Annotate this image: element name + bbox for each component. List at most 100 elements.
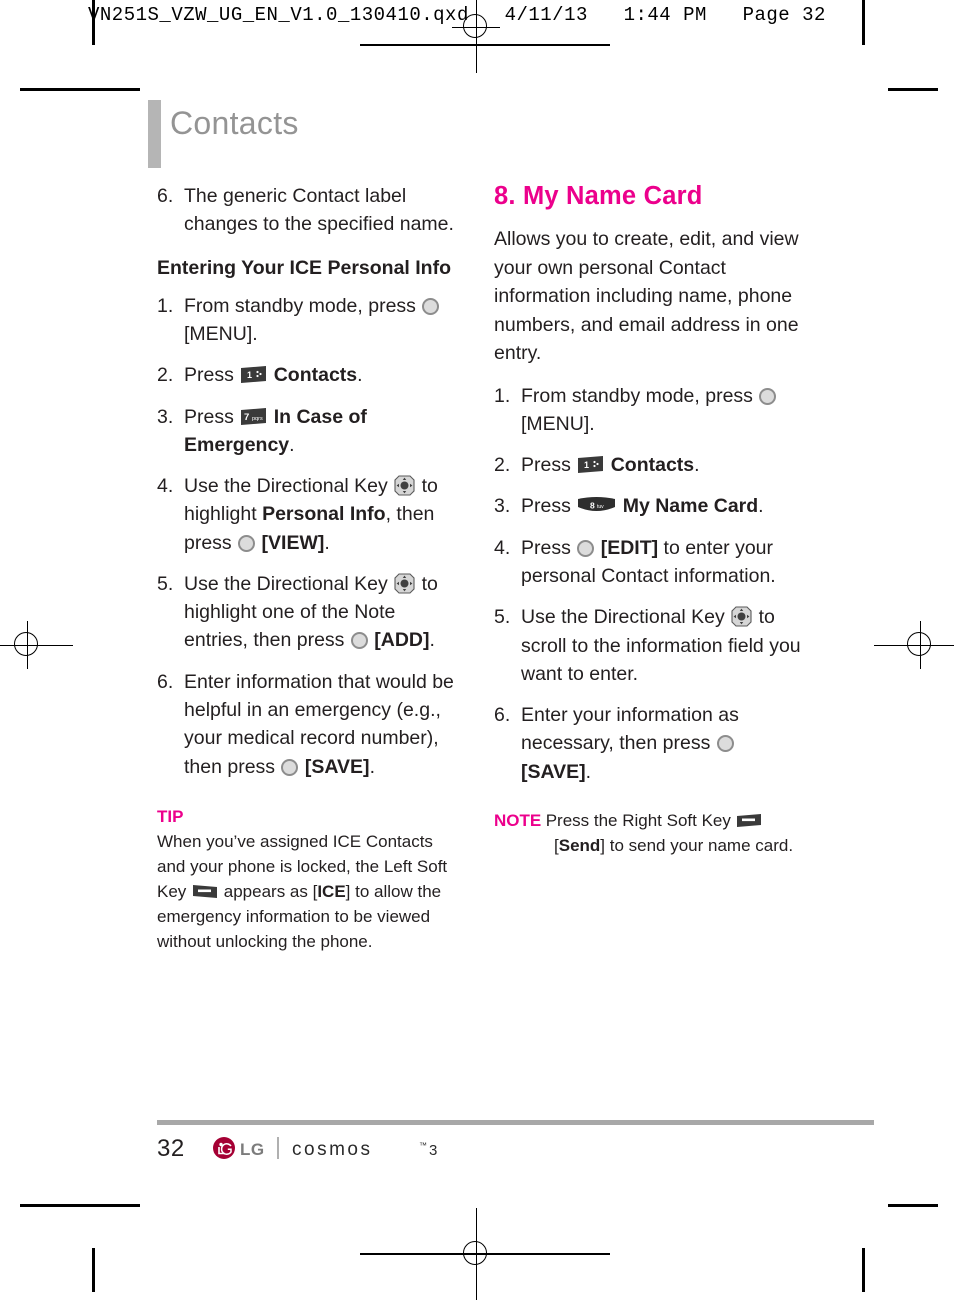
svg-text:1: 1 — [247, 370, 252, 380]
footer-divider — [157, 1120, 874, 1125]
chapter-accent-bar — [148, 100, 161, 168]
subsection-heading: Entering Your ICE Personal Info — [157, 256, 451, 279]
step-bold-text-2: [SAVE] — [521, 760, 586, 783]
step-text: Use the Directional Key — [184, 572, 388, 595]
keypad-key-1-icon: 1 — [578, 456, 604, 474]
step-item: 6. Enter your information as necessary, … — [494, 701, 804, 786]
step-item: 6. The generic Contact label changes to … — [157, 182, 457, 239]
keypad-key-8-icon: 8 tuv — [578, 497, 616, 514]
step-number: 5. — [494, 606, 511, 629]
step-number: 3. — [157, 405, 174, 428]
directional-key-icon — [731, 606, 752, 627]
step-item: 2. Press 1 Contacts. — [157, 361, 457, 389]
svg-text:3: 3 — [429, 1142, 437, 1159]
step-text-tail: . — [357, 364, 363, 387]
step-bold-text: [EDIT] — [600, 536, 659, 559]
step-number: 1. — [157, 294, 174, 317]
step-text-tail: . — [289, 433, 295, 456]
right-soft-key-icon — [737, 813, 762, 827]
step-text: Press — [184, 364, 234, 387]
section-intro-paragraph: Allows you to create, edit, and view you… — [494, 228, 799, 365]
ok-key-icon — [281, 758, 299, 776]
step-text-tail: . — [758, 495, 764, 518]
step-item: 2. Press 1 Contacts. — [494, 451, 804, 479]
step-bold-text: Contacts — [610, 454, 695, 477]
svg-text:8: 8 — [590, 501, 595, 511]
step-item: 6. Enter information that would be helpf… — [157, 668, 457, 781]
directional-key-icon — [394, 475, 415, 496]
lg-wordmark: LG — [240, 1140, 265, 1159]
ok-key-icon — [716, 735, 734, 753]
directional-key-icon — [394, 573, 415, 594]
step-number: 2. — [157, 364, 174, 387]
step-number: 4. — [494, 536, 511, 559]
step-text: Press — [184, 405, 234, 428]
step-number: 5. — [157, 572, 174, 595]
step-text: Press — [521, 454, 571, 477]
svg-text:pqrs: pqrs — [252, 416, 263, 422]
step-text-tail: . — [324, 531, 330, 554]
step-text-tail: [MENU]. — [521, 412, 595, 435]
step-number: 6. — [157, 185, 174, 207]
step-item: 4. Use the Directional Key to highlight … — [157, 472, 457, 557]
tip-block: TIP When you’ve assigned ICE Contacts an… — [157, 807, 457, 955]
svg-text:7: 7 — [244, 412, 249, 423]
step-text: From standby mode, press — [184, 294, 416, 317]
note-label: NOTE — [494, 810, 542, 830]
step-text-tail: . — [369, 755, 375, 778]
step-text: From standby mode, press — [521, 384, 753, 407]
step-item: 5. Use the Directional Key to highlight … — [157, 570, 457, 655]
step-text: Use the Directional Key — [184, 475, 388, 498]
note-bold-text: Send — [558, 836, 601, 856]
note-text-part1: Press the Right Soft Key — [545, 810, 731, 830]
step-text-tail: [MENU]. — [184, 323, 258, 346]
tip-label: TIP — [157, 806, 184, 826]
step-number: 6. — [157, 670, 174, 693]
page-title: Contacts — [170, 105, 299, 141]
section-title: 8. My Name Card — [494, 182, 703, 210]
step-text: Press — [521, 495, 571, 518]
step-bold-text-2: [SAVE] — [304, 755, 370, 778]
step-number: 3. — [494, 495, 511, 518]
step-number: 2. — [494, 454, 511, 477]
ok-key-icon — [422, 297, 440, 315]
step-text-tail: . — [585, 760, 592, 783]
manual-page: Contacts 6. The generic Contact label ch… — [0, 0, 954, 1292]
step-bold-text: Personal Info — [262, 503, 386, 526]
note-text-part3: ] to send your name card. — [600, 836, 794, 856]
step-text-tail: . — [429, 629, 435, 652]
right-column: 8. My Name Card Allows you to create, ed… — [494, 182, 804, 859]
step-item: 3. Press 7 pqrs In Case of Emergency. — [157, 403, 457, 460]
step-item: 5. Use the Directional Key to scroll to … — [494, 603, 804, 688]
step-item: 1. From standby mode, press [MENU]. — [157, 292, 457, 349]
cosmos-product-logo: cosmos ™ 3 — [292, 1138, 472, 1160]
page-number: 32 — [157, 1135, 185, 1162]
step-text: The generic Contact label changes to the… — [184, 185, 454, 236]
step-text: Use the Directional Key — [521, 606, 725, 629]
step-item: 4. Press [EDIT] to enter your personal C… — [494, 534, 804, 591]
step-item: 1. From standby mode, press [MENU]. — [494, 382, 804, 439]
svg-text:™: ™ — [419, 1141, 427, 1150]
footer-separator — [277, 1137, 279, 1159]
tip-text-part2: appears as [ — [223, 882, 318, 902]
keypad-key-7-icon: 7 pqrs — [241, 407, 267, 425]
left-column: 6. The generic Contact label changes to … — [157, 182, 457, 955]
step-text-tail: . — [694, 454, 700, 477]
svg-text:1: 1 — [584, 460, 589, 470]
tip-text: When you’ve assigned ICE Contacts and yo… — [157, 829, 457, 955]
step-text: Enter your information as necessary, the… — [521, 704, 739, 755]
svg-text:cosmos: cosmos — [292, 1139, 372, 1160]
step-text: Press — [521, 536, 571, 559]
step-item: 3. Press 8 tuv My Name Card. — [494, 492, 804, 520]
svg-text:tuv: tuv — [597, 504, 604, 510]
ok-key-icon — [577, 539, 595, 557]
ok-key-icon — [350, 632, 368, 650]
ok-key-icon — [759, 387, 777, 405]
step-bold-text: My Name Card — [622, 495, 759, 518]
step-number: 1. — [494, 384, 511, 407]
tip-bold-text: ICE — [317, 882, 346, 902]
keypad-key-1-icon: 1 — [241, 366, 267, 384]
lg-logo-icon — [212, 1136, 236, 1160]
step-bold-text: Contacts — [273, 364, 358, 387]
step-number: 6. — [494, 704, 511, 727]
